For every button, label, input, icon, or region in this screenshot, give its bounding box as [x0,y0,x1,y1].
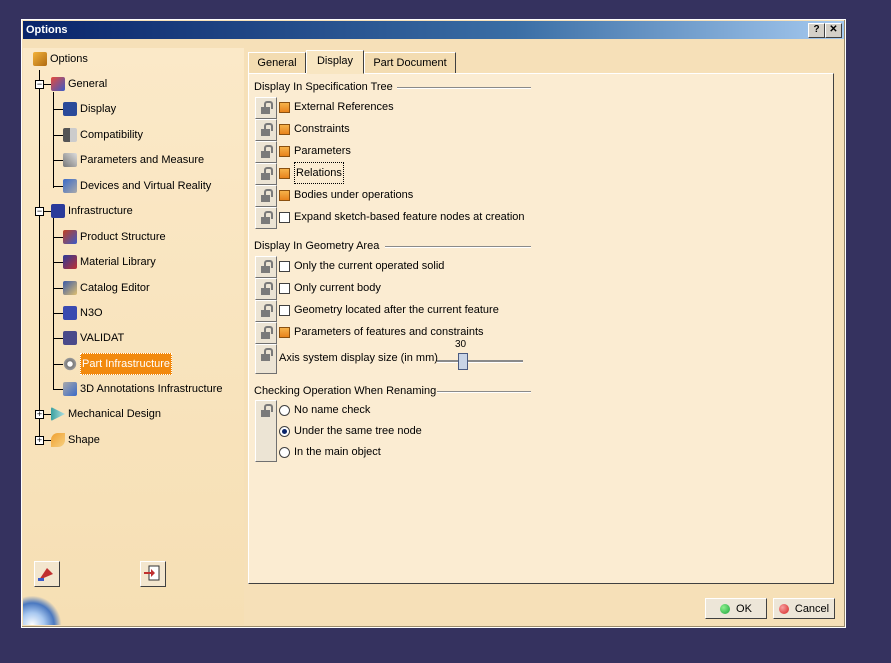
radio-in-main-object[interactable]: In the main object [279,442,381,462]
checkbox-constraints[interactable]: Constraints [279,119,350,139]
tree-item-mechanical-design[interactable]: Mechanical Design [51,404,161,424]
lock-icon[interactable] [255,300,277,322]
checkbox-geometry-after-current-feature[interactable]: Geometry located after the current featu… [279,300,499,320]
shape-icon [51,433,65,447]
tree-item-display[interactable]: Display [63,99,116,119]
cancel-icon [778,603,789,614]
checkbox-relations[interactable]: Relations [279,162,344,184]
gear-icon [63,357,77,371]
ok-icon [720,603,731,614]
reset-icon [38,568,53,581]
catalog-editor-icon [63,281,77,295]
display-tab-content: Display In Specification Tree External R… [248,73,834,584]
radio-no-name-check[interactable]: No name check [279,400,370,420]
tree-item-material-library[interactable]: Material Library [63,252,156,272]
tree-item-devices[interactable]: Devices and Virtual Reality [63,176,211,196]
lock-icon[interactable] [255,185,277,207]
compatibility-icon [63,128,77,142]
validat-icon [63,331,77,345]
tree-item-3d-annotations[interactable]: 3D Annotations Infrastructure [63,379,222,399]
help-button[interactable]: ? [808,23,825,38]
mechanical-design-icon [51,407,65,421]
group-title-geometry: Display In Geometry Area [254,240,380,252]
group-title-renaming: Checking Operation When Renaming [254,385,437,397]
devices-icon [63,179,77,193]
lock-icon[interactable] [255,97,277,119]
parameters-icon [63,153,77,167]
lock-icon[interactable] [255,278,277,300]
lock-icon[interactable] [255,322,277,344]
lock-icon[interactable] [255,141,277,163]
annotations-icon [63,382,77,396]
tree-item-part-infrastructure[interactable]: Part Infrastructure [63,353,173,375]
checkbox-parameters-features-constraints[interactable]: Parameters of features and constraints [279,322,484,342]
lock-icon[interactable] [255,400,277,462]
product-structure-icon [63,230,77,244]
checkbox-only-current-operated-solid[interactable]: Only the current operated solid [279,256,444,276]
tree-item-product-structure[interactable]: Product Structure [63,227,166,247]
checkbox-parameters[interactable]: Parameters [279,141,351,161]
window-title: Options [26,24,68,36]
options-tree-panel: Options − General Display Compatibility … [23,48,244,625]
lock-icon[interactable] [255,119,277,141]
ok-button[interactable]: OK [705,598,767,619]
checkbox-expand-sketch-nodes[interactable]: Expand sketch-based feature nodes at cre… [279,207,525,227]
display-icon [63,102,77,116]
n3o-icon [63,306,77,320]
lock-icon[interactable] [255,207,277,229]
checkbox-bodies-under-operations[interactable]: Bodies under operations [279,185,413,205]
options-dialog: Options ? ✕ Options − General Display Co… [21,19,846,628]
tab-part-document[interactable]: Part Document [364,52,456,74]
tree-item-compatibility[interactable]: Compatibility [63,125,143,145]
reset-options-button[interactable] [34,561,60,587]
tree-item-general[interactable]: General [51,74,107,94]
checkbox-only-current-body[interactable]: Only current body [279,278,381,298]
tree-item-infrastructure[interactable]: Infrastructure [51,201,133,221]
material-library-icon [63,255,77,269]
general-icon [51,77,65,91]
lock-icon[interactable] [255,256,277,278]
tree-item-options[interactable]: Options [33,49,88,69]
tab-display[interactable]: Display [306,50,364,74]
infrastructure-icon [51,204,65,218]
lock-icon[interactable] [255,163,277,185]
axis-size-value: 30 [455,339,467,350]
radio-under-same-tree-node[interactable]: Under the same tree node [279,421,422,441]
corner-globe-icon [23,593,69,625]
axis-size-slider-track[interactable] [437,360,523,363]
tab-general[interactable]: General [248,52,306,74]
tree-item-shape[interactable]: Shape [51,430,100,450]
close-button[interactable]: ✕ [825,23,842,38]
cancel-button[interactable]: Cancel [773,598,835,619]
tree-item-catalog-editor[interactable]: Catalog Editor [63,278,150,298]
axis-size-slider-thumb[interactable] [458,353,468,370]
title-bar: Options [23,21,844,39]
export-options-button[interactable] [140,561,166,587]
checkbox-external-references[interactable]: External References [279,97,394,117]
tree-item-parameters-and-measure[interactable]: Parameters and Measure [63,150,204,170]
options-root-icon [33,52,47,66]
tree-item-n3o[interactable]: N3O [63,303,103,323]
axis-size-label: Axis system display size (in mm) [279,352,438,364]
lock-icon[interactable] [255,344,277,374]
export-icon [144,565,160,581]
group-title-spec-tree: Display In Specification Tree [254,81,393,93]
tree-item-validat[interactable]: VALIDAT [63,328,124,348]
